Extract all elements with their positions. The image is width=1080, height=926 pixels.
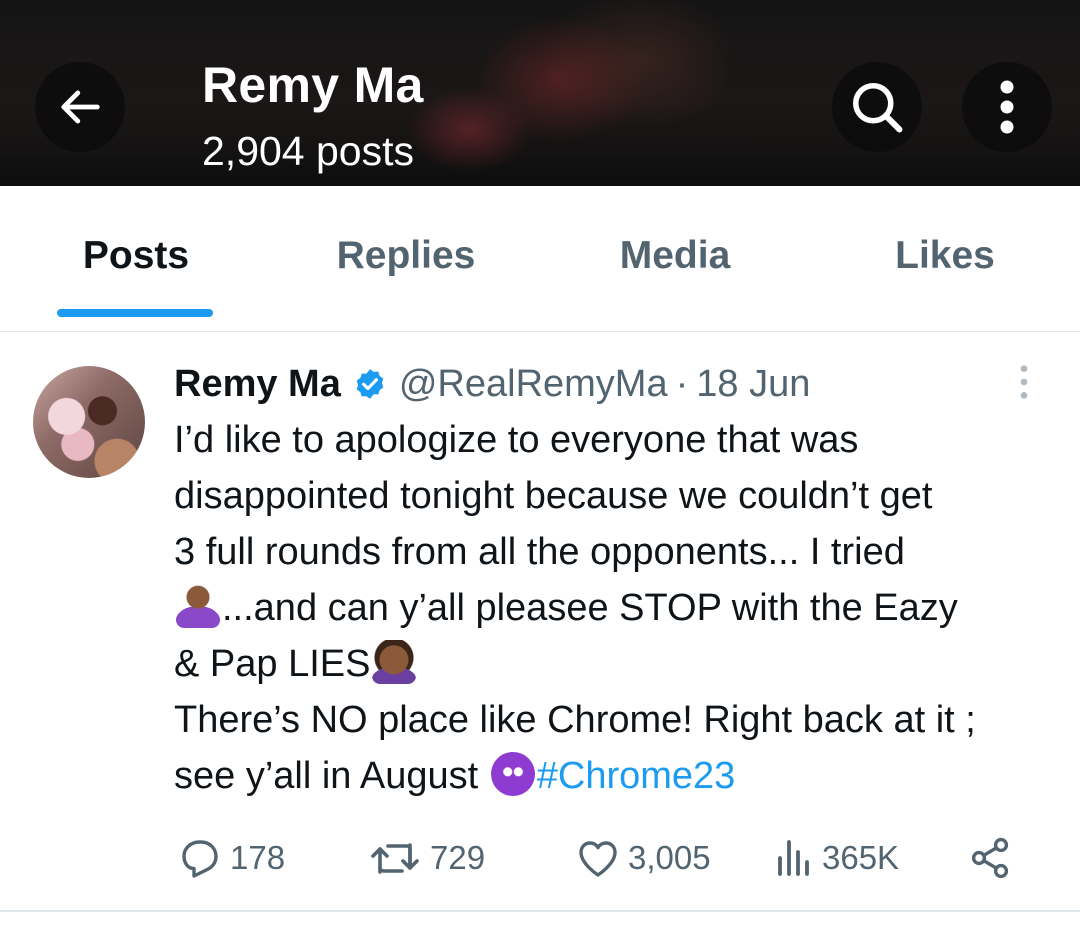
repost-button[interactable]: 729 <box>368 828 485 888</box>
repost-count: 729 <box>430 839 486 876</box>
post-action-bar: 178 729 3,005 365K <box>0 828 1080 888</box>
arrow-left-icon <box>61 90 100 124</box>
post-count: 2,904 posts <box>202 128 414 174</box>
reply-button[interactable]: 178 <box>176 828 285 888</box>
tab-replies[interactable]: Replies <box>286 234 526 278</box>
views-chart-icon <box>778 840 809 876</box>
like-button[interactable]: 3,005 <box>574 828 711 888</box>
facepalm-emoji-icon <box>372 640 417 684</box>
profile-tabs: Posts Replies Media Likes <box>0 186 1080 332</box>
repost-icon <box>371 843 419 874</box>
author-name[interactable]: Remy Ma <box>174 363 341 406</box>
post-text-line: disappointed tonight because we couldn’t… <box>174 475 933 517</box>
post-text-line: 3 full rounds from all the opponents... … <box>174 531 905 573</box>
avatar[interactable] <box>33 366 145 478</box>
more-vertical-icon <box>1000 80 1014 134</box>
post-text-line: I’d like to apologize to everyone that w… <box>174 419 859 461</box>
post-text: I’d like to apologize to everyone that w… <box>174 412 1054 804</box>
views-button[interactable]: 365K <box>772 828 899 888</box>
reply-count: 178 <box>230 839 286 876</box>
hashtag-link[interactable]: #Chrome23 <box>537 755 736 797</box>
reply-icon <box>182 840 218 878</box>
post-text-line: & Pap LIES <box>174 643 371 685</box>
post-date[interactable]: 18 Jun <box>696 363 810 406</box>
more-options-button[interactable] <box>962 62 1052 152</box>
verified-badge-icon <box>356 369 384 399</box>
tab-posts[interactable]: Posts <box>16 234 256 278</box>
devil-emoji-icon <box>490 752 535 796</box>
tab-likes[interactable]: Likes <box>825 234 1065 278</box>
back-button[interactable] <box>35 62 125 152</box>
search-icon <box>853 83 903 133</box>
tab-media[interactable]: Media <box>555 234 795 278</box>
views-count: 365K <box>822 839 900 876</box>
share-button[interactable] <box>966 828 1020 888</box>
divider <box>0 910 1080 912</box>
post-more-button[interactable] <box>1004 360 1044 404</box>
profile-header: Remy Ma 2,904 posts <box>0 0 1080 186</box>
separator-dot: · <box>675 362 689 405</box>
post-text-line: There’s NO place like Chrome! Right back… <box>174 699 976 741</box>
search-button[interactable] <box>832 62 922 152</box>
like-count: 3,005 <box>628 839 711 876</box>
post-text-line: see y’all in August <box>174 755 489 797</box>
author-handle[interactable]: @RealRemyMa <box>399 363 668 406</box>
active-tab-indicator <box>57 309 213 317</box>
share-icon <box>971 837 1009 879</box>
more-vertical-icon <box>1020 365 1028 399</box>
heart-icon <box>579 841 617 877</box>
shrug-emoji-icon <box>176 584 220 628</box>
post-text-line: ...and can y’all pleasee STOP with the E… <box>222 587 958 629</box>
profile-name-title: Remy Ma <box>202 57 424 113</box>
post-header: Remy Ma @RealRemyMa · 18 Jun <box>174 360 810 408</box>
